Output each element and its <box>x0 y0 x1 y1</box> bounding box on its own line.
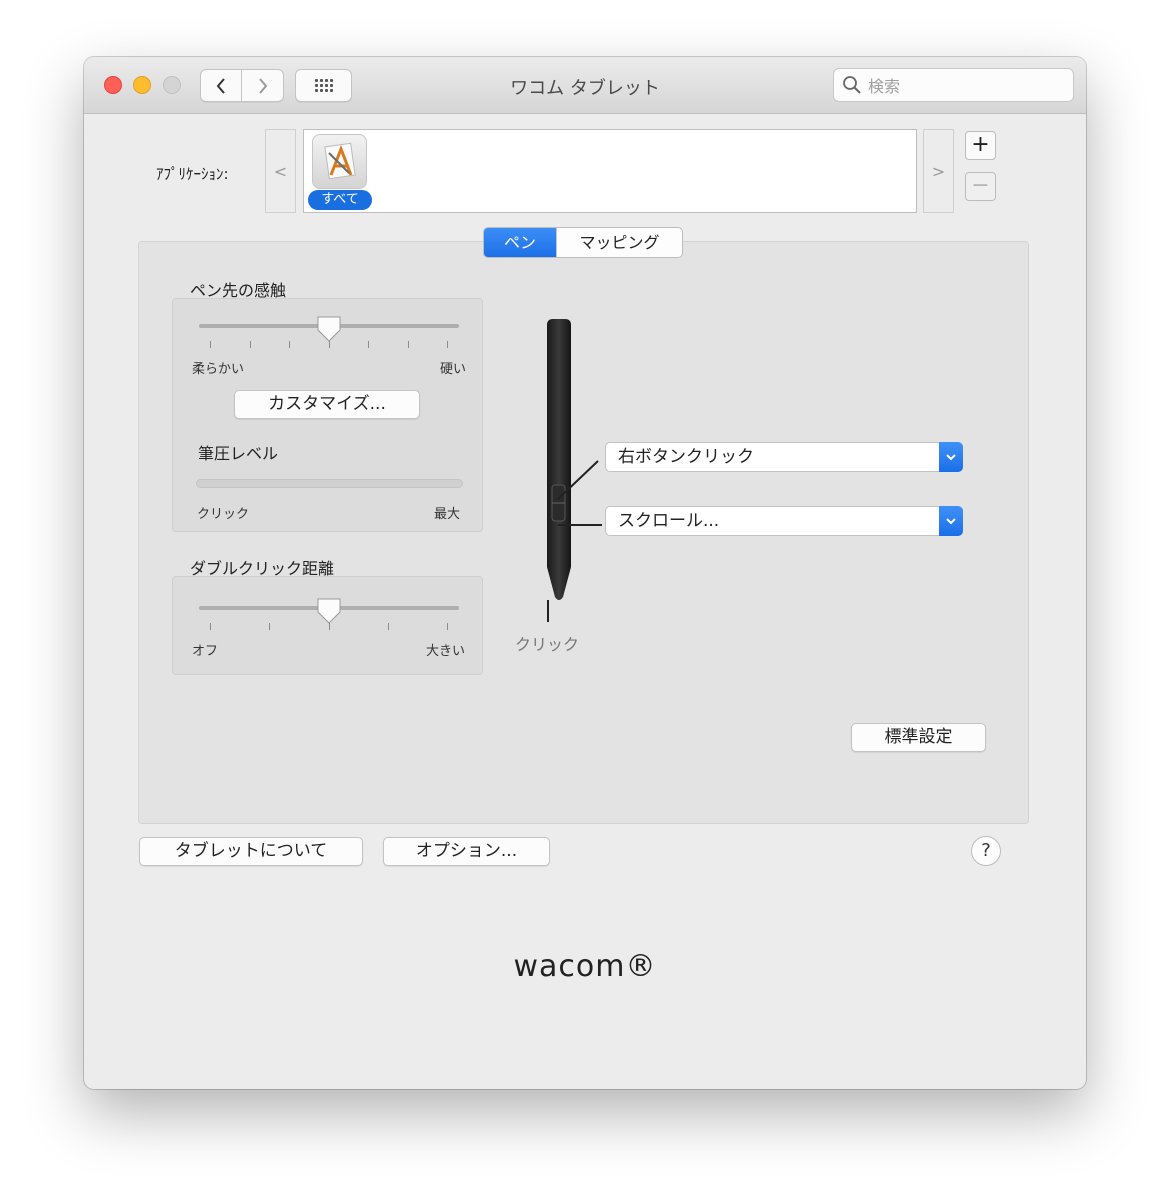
tip-feel-min-label: 柔らかい <box>192 362 245 377</box>
preferences-window: ワコム タブレット 検索 ｱﾌﾟﾘｹｰｼｮﾝ: < すべて > + − ペン マ… <box>84 57 1086 1089</box>
tab-mapping[interactable]: マッピング <box>556 228 682 257</box>
pressure-min-label: クリック <box>197 507 250 522</box>
chevron-down-icon[interactable] <box>939 442 963 472</box>
pressure-level-title: 筆圧レベル <box>198 444 279 463</box>
pressure-level-bar <box>196 479 463 488</box>
applications-label: ｱﾌﾟﾘｹｰｼｮﾝ: <box>156 165 229 183</box>
remove-application-button[interactable]: − <box>965 172 996 201</box>
lower-button-value: スクロール... <box>618 511 720 531</box>
customize-button[interactable]: カスタマイズ... <box>234 390 420 419</box>
tick <box>447 623 448 630</box>
tick <box>388 623 389 630</box>
tick <box>447 341 448 348</box>
upper-button-dropdown[interactable]: 右ボタンクリック <box>605 442 963 472</box>
upper-button-value: 右ボタンクリック <box>618 447 754 467</box>
tick <box>408 341 409 348</box>
tick <box>250 341 251 348</box>
tick <box>289 341 290 348</box>
tick <box>269 623 270 630</box>
help-button[interactable]: ? <box>971 836 1001 866</box>
double-click-max-label: 大きい <box>426 644 466 659</box>
double-click-group <box>172 576 483 675</box>
wacom-logo: wacom® <box>513 949 657 984</box>
application-list[interactable]: すべて <box>303 129 917 213</box>
default-button[interactable]: 標準設定 <box>851 723 986 752</box>
tab-control: ペン マッピング <box>483 227 683 258</box>
all-apps-tag[interactable]: すべて <box>308 190 372 210</box>
tick <box>210 341 211 348</box>
pressure-max-label: 最大 <box>434 507 461 522</box>
tick <box>329 341 330 348</box>
double-click-min-label: オフ <box>192 644 219 659</box>
chevron-down-icon[interactable] <box>939 506 963 536</box>
options-button[interactable]: オプション... <box>383 837 550 866</box>
add-application-button[interactable]: + <box>965 131 996 160</box>
lower-button-dropdown[interactable]: スクロール... <box>605 506 963 536</box>
double-click-slider-thumb[interactable] <box>317 598 341 624</box>
about-tablet-button[interactable]: タブレットについて <box>139 837 363 866</box>
tab-pen[interactable]: ペン <box>484 228 556 257</box>
all-apps-icon[interactable] <box>312 134 367 189</box>
title-bar: ワコム タブレット 検索 <box>84 57 1086 114</box>
tick <box>210 623 211 630</box>
tip-callout-line <box>547 600 549 622</box>
search-icon <box>843 76 861 94</box>
tip-click-label: クリック <box>515 635 580 654</box>
app-scroll-left-button[interactable]: < <box>265 129 296 213</box>
tick <box>329 623 330 630</box>
tip-feel-max-label: 硬い <box>440 362 467 377</box>
tip-feel-slider-thumb[interactable] <box>317 316 341 342</box>
tick <box>368 341 369 348</box>
app-scroll-right-button[interactable]: > <box>923 129 954 213</box>
search-field[interactable]: 検索 <box>833 68 1074 102</box>
search-placeholder: 検索 <box>868 77 901 96</box>
